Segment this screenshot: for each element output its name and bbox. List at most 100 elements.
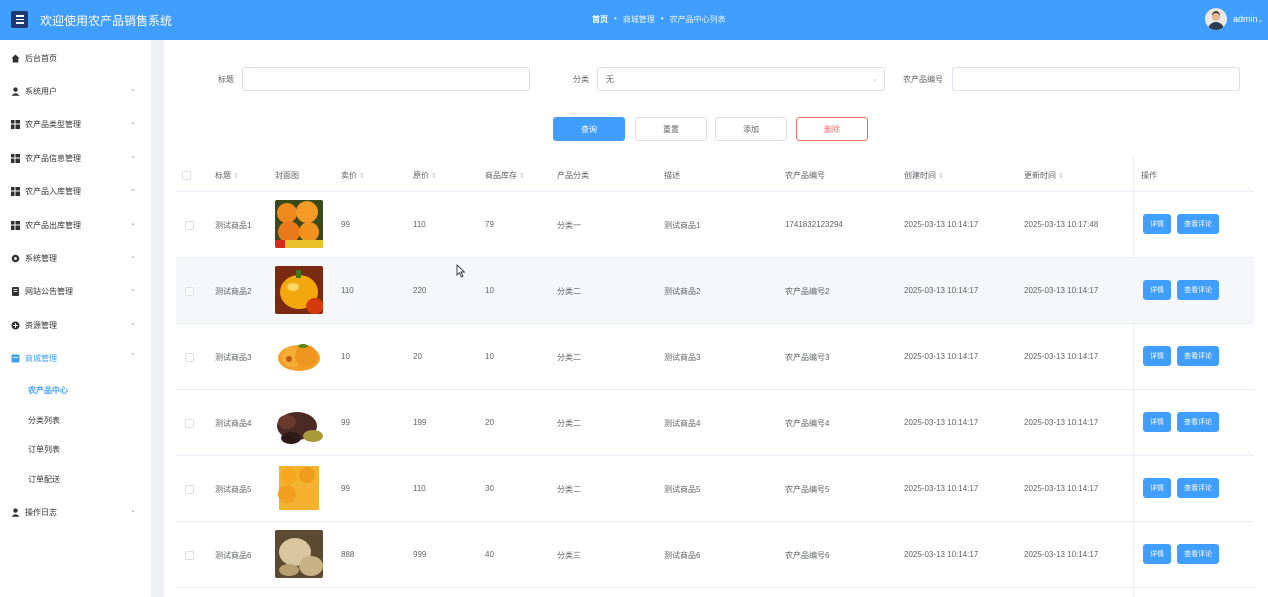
row-updated: 2025-03-13 10:14:17 <box>1024 550 1099 559</box>
row-desc: 测试商品5 <box>664 485 701 494</box>
breadcrumb: 首页 • 商城管理 • 农产品中心列表 <box>592 14 726 25</box>
product-image-pepper <box>275 266 323 314</box>
view-reviews-button[interactable]: 查看评论 <box>1177 214 1219 234</box>
sidebar-item-home[interactable]: 后台首页 <box>0 48 151 68</box>
row-created: 2025-03-13 10:14:17 <box>904 220 979 229</box>
title-filter-input[interactable] <box>242 67 530 91</box>
sidebar-item-stock-out[interactable]: 农产品出库管理 ⌄ <box>0 215 151 235</box>
shop-icon <box>11 354 20 363</box>
sidebar-item-users[interactable]: 系统用户 ⌄ <box>0 81 151 101</box>
row-original: 999 <box>413 550 427 559</box>
detail-button[interactable]: 详情 <box>1143 280 1171 300</box>
view-reviews-button[interactable]: 查看评论 <box>1177 412 1219 432</box>
row-checkbox[interactable] <box>185 419 194 428</box>
detail-button[interactable]: 详情 <box>1143 412 1171 432</box>
row-stock: 79 <box>485 220 494 229</box>
row-created: 2025-03-13 10:14:17 <box>904 286 979 295</box>
sidebar-item-system[interactable]: 系统管理 ⌄ <box>0 248 151 268</box>
chevron-down-icon: ⌄ <box>130 286 136 293</box>
category-filter-label: 分类 <box>573 75 589 84</box>
row-title: 测试商品2 <box>215 287 252 296</box>
add-button[interactable]: 添加 <box>715 117 787 141</box>
sidebar-item-notice[interactable]: 网站公告管理 ⌄ <box>0 281 151 301</box>
menu-toggle-icon[interactable] <box>11 11 28 28</box>
breadcrumb-product-list[interactable]: 农产品中心列表 <box>670 14 726 25</box>
row-original: 110 <box>413 220 426 229</box>
view-reviews-button[interactable]: 查看评论 <box>1177 478 1219 498</box>
table-header: 标题 ⇕ 封面图 卖价 ⇕ 原价 ⇕ 商品库存 ⇕ 产品分类 描述 农产品编号 创建时间… <box>176 158 1254 192</box>
sidebar-item-product-type[interactable]: 农产品类型管理 ⌄ <box>0 114 151 134</box>
chevron-down-icon: ⌄ <box>872 76 878 83</box>
detail-button[interactable]: 详情 <box>1143 478 1171 498</box>
user-menu[interactable]: admin⌄ <box>1233 14 1263 24</box>
chevron-down-icon: ⌄ <box>130 86 136 93</box>
row-stock: 30 <box>485 484 494 493</box>
row-updated: 2025-03-13 10:14:17 <box>1024 352 1099 361</box>
sidebar-subitem-order-delivery[interactable]: 订单配送 <box>28 474 60 485</box>
breadcrumb-shop[interactable]: 商城管理 <box>623 14 655 25</box>
col-original[interactable]: 原价 ⇕ <box>413 170 437 181</box>
sidebar-subitem-product-center[interactable]: 农产品中心 <box>28 385 68 396</box>
table-row: 测试商品6 888 999 40 分类三 测试商品6 农产品编号6 2025-0… <box>176 522 1254 588</box>
row-category: 分类二 <box>557 353 581 362</box>
row-created: 2025-03-13 10:14:17 <box>904 418 979 427</box>
view-reviews-button[interactable]: 查看评论 <box>1177 280 1219 300</box>
row-created: 2025-03-13 10:14:17 <box>904 352 979 361</box>
row-title: 测试商品4 <box>215 419 252 428</box>
breadcrumb-home[interactable]: 首页 <box>592 14 608 25</box>
sidebar-item-log[interactable]: 操作日志 ⌄ <box>0 502 151 522</box>
view-reviews-button[interactable]: 查看评论 <box>1177 544 1219 564</box>
sidebar-item-product-info[interactable]: 农产品信息管理 ⌄ <box>0 148 151 168</box>
detail-button[interactable]: 详情 <box>1143 346 1171 366</box>
detail-button[interactable]: 详情 <box>1143 544 1171 564</box>
product-image-grains <box>275 398 323 446</box>
gear-icon <box>11 254 20 263</box>
detail-button[interactable]: 详情 <box>1143 214 1171 234</box>
sidebar: 后台首页 系统用户 ⌄ 农产品类型管理 ⌄ 农产品信息管理 ⌄ 农产品入库管理 … <box>0 40 151 597</box>
sidebar-item-resource[interactable]: 资源管理 ⌄ <box>0 315 151 335</box>
product-image-oranges <box>275 200 323 248</box>
col-stock[interactable]: 商品库存 ⇕ <box>485 170 525 181</box>
delete-button[interactable]: 删除 <box>796 117 868 141</box>
product-image-apricots <box>275 332 323 380</box>
row-price: 110 <box>341 286 354 295</box>
row-created: 2025-03-13 10:14:17 <box>904 550 979 559</box>
row-checkbox[interactable] <box>185 485 194 494</box>
col-code: 农产品编号 <box>785 171 825 180</box>
row-checkbox[interactable] <box>185 353 194 362</box>
select-all-checkbox[interactable] <box>182 171 191 180</box>
row-desc: 测试商品1 <box>664 221 701 230</box>
grid-icon <box>11 220 20 230</box>
grid-icon <box>11 186 20 196</box>
row-category: 分类二 <box>557 287 581 296</box>
sidebar-subitem-category-list[interactable]: 分类列表 <box>28 415 60 426</box>
row-code: 农产品编号2 <box>785 287 830 296</box>
row-category: 分类一 <box>557 221 581 230</box>
reset-button[interactable]: 重置 <box>635 117 707 141</box>
search-button[interactable]: 查询 <box>553 117 625 141</box>
table-row: 测试商品1 99 110 79 分类一 测试商品1 1741832123294 … <box>176 192 1254 258</box>
sidebar-item-shop[interactable]: 商城管理 ⌃ <box>0 348 151 368</box>
avatar[interactable] <box>1205 8 1227 30</box>
row-code: 农产品编号5 <box>785 485 830 494</box>
chevron-down-icon: ⌄ <box>130 153 136 160</box>
row-price: 99 <box>341 484 350 493</box>
row-checkbox[interactable] <box>185 221 194 230</box>
code-filter-input[interactable] <box>952 67 1240 91</box>
row-checkbox[interactable] <box>185 551 194 560</box>
col-title[interactable]: 标题 ⇕ <box>215 170 239 181</box>
row-category: 分类二 <box>557 419 581 428</box>
view-reviews-button[interactable]: 查看评论 <box>1177 346 1219 366</box>
sidebar-subitem-order-list[interactable]: 订单列表 <box>28 444 60 455</box>
category-select[interactable]: 无 ⌄ <box>597 67 885 91</box>
row-desc: 测试商品6 <box>664 551 701 560</box>
table-row: 测试商品2 110 220 10 分类二 测试商品2 农产品编号2 2025-0… <box>176 258 1254 324</box>
row-stock: 10 <box>485 286 494 295</box>
mouse-cursor-icon <box>456 263 466 280</box>
col-updated[interactable]: 更新时间 ⇕ <box>1024 170 1064 181</box>
sidebar-item-stock-in[interactable]: 农产品入库管理 ⌄ <box>0 181 151 201</box>
row-checkbox[interactable] <box>185 287 194 296</box>
col-created[interactable]: 创建时间 ⇕ <box>904 170 944 181</box>
col-price[interactable]: 卖价 ⇕ <box>341 170 365 181</box>
user-icon <box>11 507 20 517</box>
